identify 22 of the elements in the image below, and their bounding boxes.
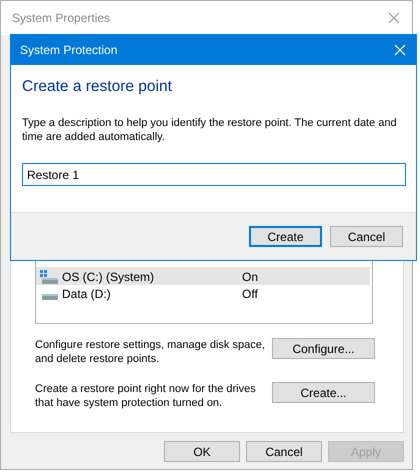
dialog-description: Type a description to help you identify the restore point. The current date and time are added automatically. (22, 116, 398, 144)
action-button[interactable]: Create... (272, 382, 375, 403)
drive-row[interactable]: OS (C:) (System) On (36, 268, 370, 285)
action-button[interactable]: Configure... (272, 338, 375, 359)
dialog-button[interactable]: Create (249, 226, 322, 247)
dialog-title: System Protection (20, 43, 118, 57)
drive-name: Data (D:) (62, 286, 112, 300)
dialog-button[interactable]: Cancel (330, 226, 403, 247)
action-description: Configure restore settings, manage disk space, and delete restore points. (35, 338, 266, 366)
drive-name: OS (C:) (System) (62, 270, 155, 284)
protection-status: Off (242, 286, 258, 300)
action-description: Create a restore point right now for the drives that have system protection turned on. (35, 382, 257, 410)
description-field[interactable]: Restore 1 (22, 163, 406, 186)
protection-status: On (242, 270, 258, 284)
drive-row[interactable]: Data (D:) Off (36, 285, 370, 302)
dialog-button[interactable]: Cancel (246, 441, 322, 462)
drive-icon (42, 294, 58, 300)
close-icon[interactable] (388, 12, 400, 24)
window-title: System Properties (12, 11, 110, 25)
dialog-heading: Create a restore point (22, 78, 173, 96)
drive-icon (40, 270, 58, 284)
dialog-button[interactable]: OK (164, 441, 240, 462)
